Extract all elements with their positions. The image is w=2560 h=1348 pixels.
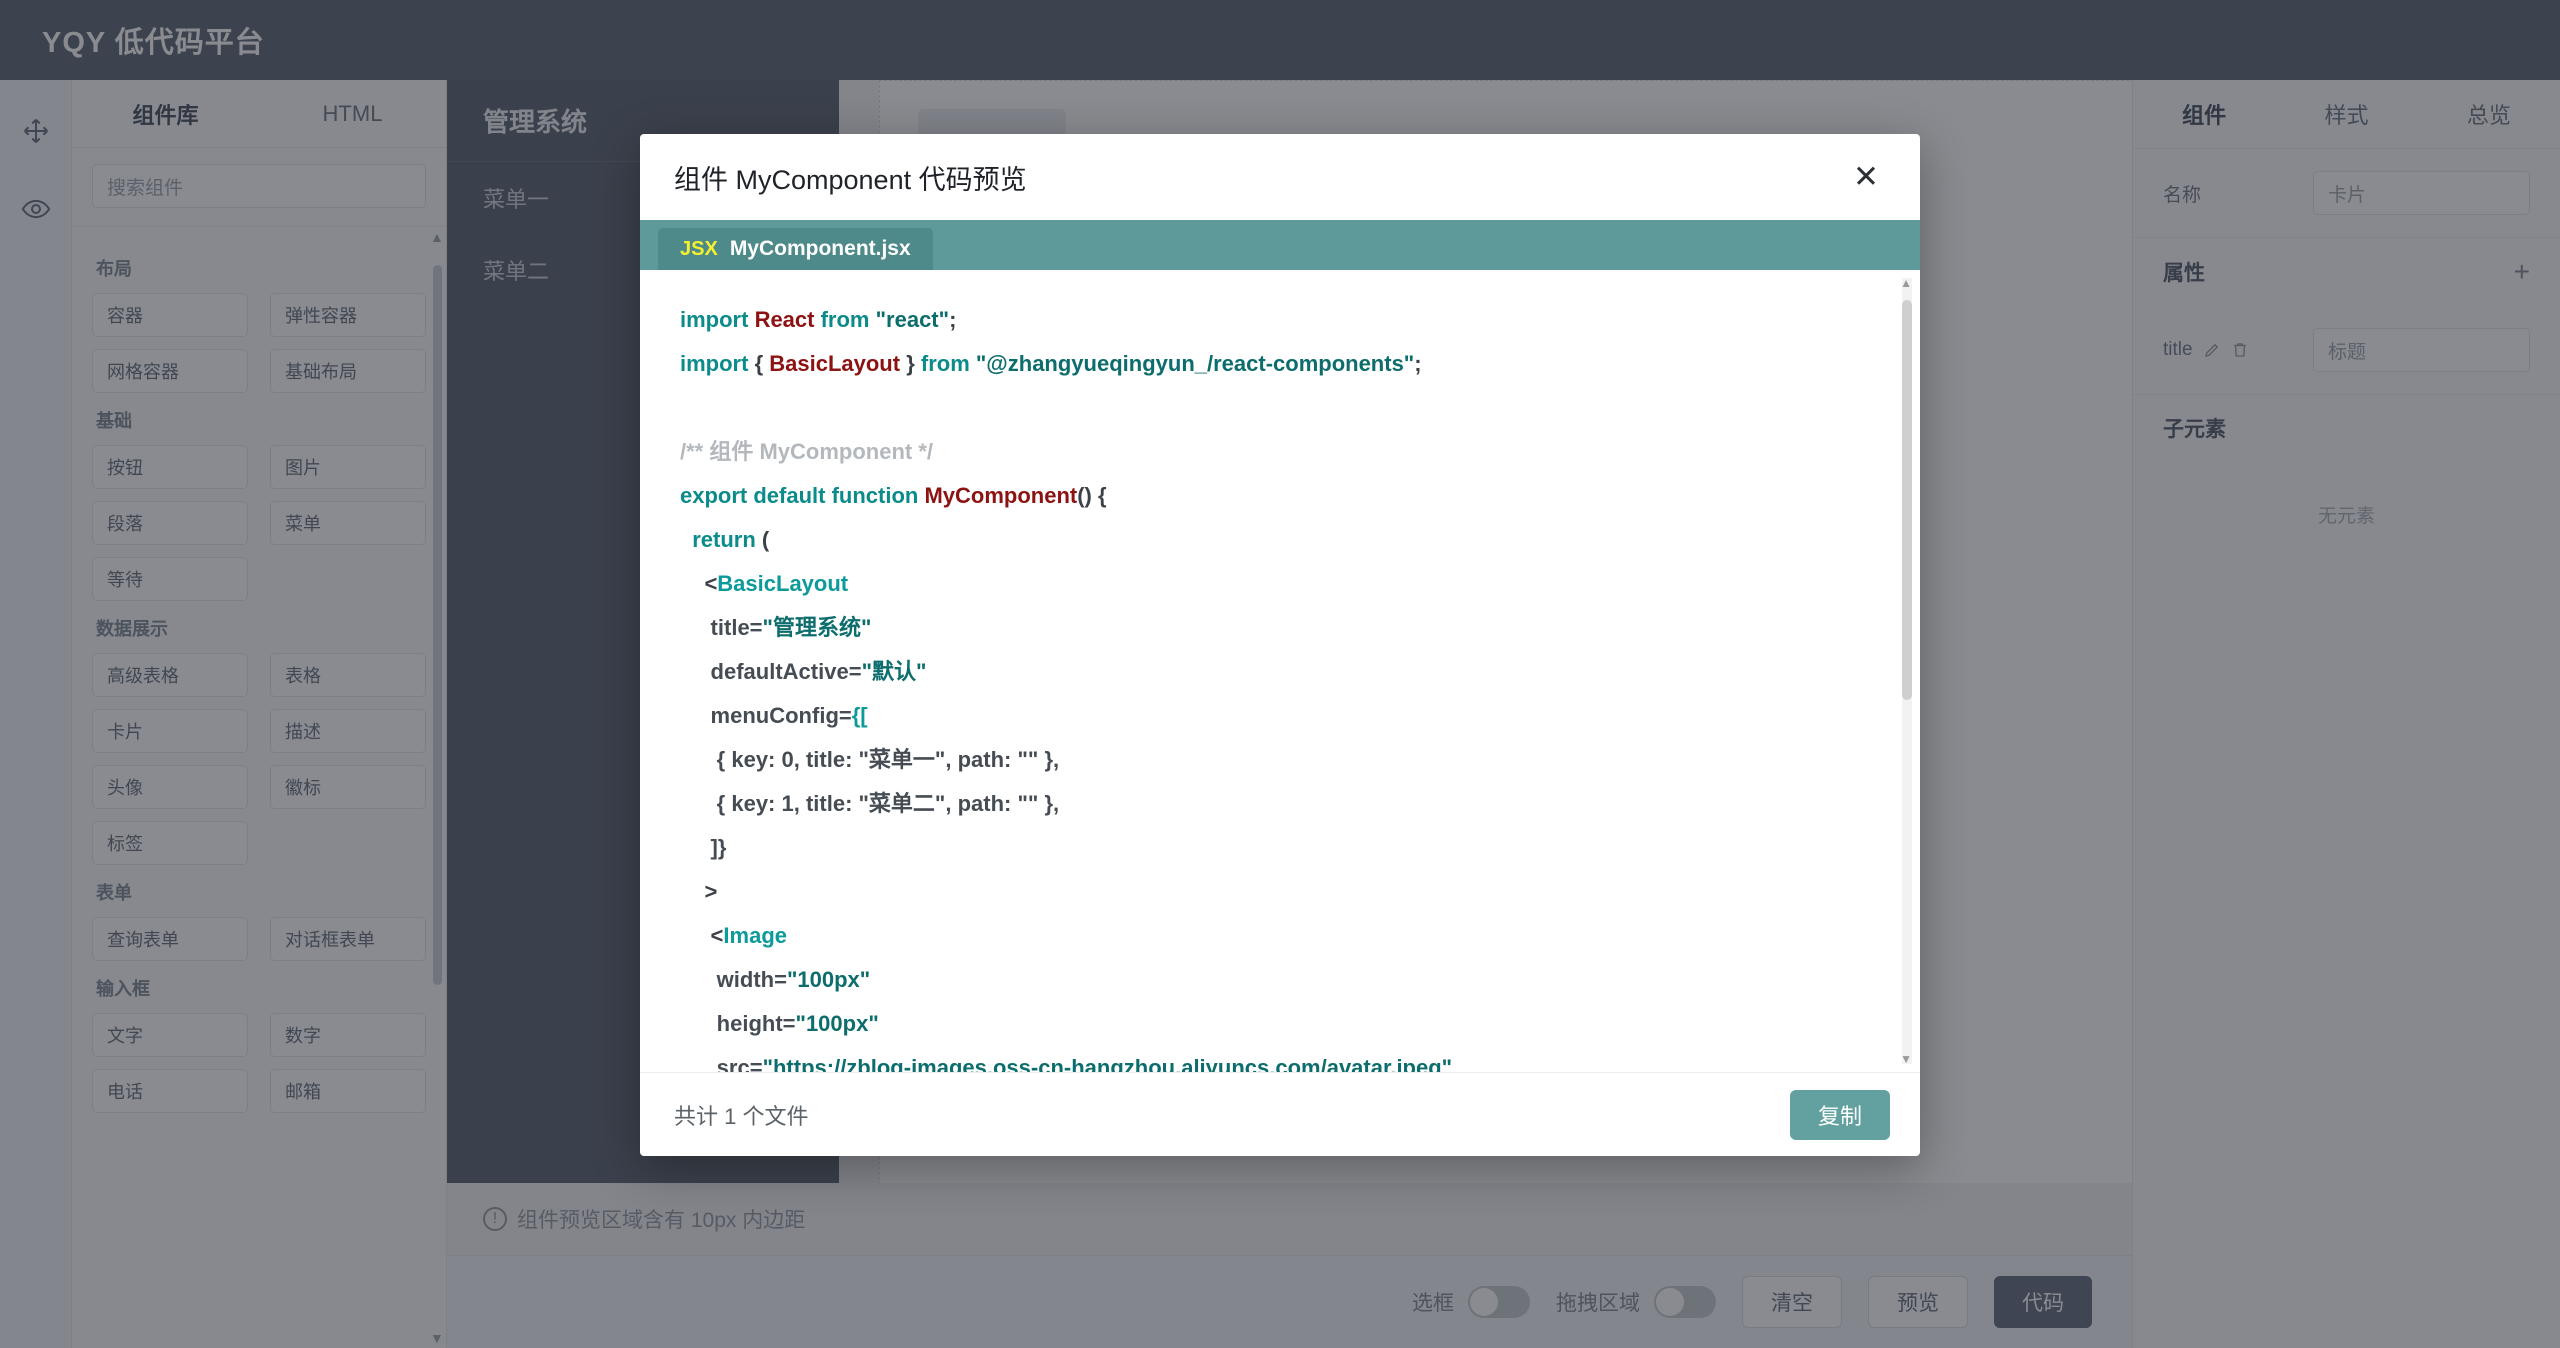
code-token: height=	[680, 1011, 796, 1036]
scroll-up-arrow-icon[interactable]: ▲	[1900, 277, 1912, 289]
code-token: import	[680, 307, 755, 332]
code-token: defaultActive=	[680, 659, 862, 684]
code-line: import React from "react";	[680, 298, 1880, 342]
code-token: return	[692, 527, 762, 552]
modal-header: 组件 MyComponent 代码预览 ✕	[640, 134, 1920, 220]
code-token: "react"	[875, 307, 950, 332]
code-line: title="管理系统"	[680, 606, 1880, 650]
code-line: /** 组件 MyComponent */	[680, 430, 1880, 474]
code-token: from	[920, 351, 976, 376]
code-token: "默认"	[861, 659, 927, 684]
code-preview-modal: 组件 MyComponent 代码预览 ✕ JSX MyComponent.js…	[640, 134, 1920, 1156]
code-token: ]}	[680, 835, 727, 860]
code-line: { key: 0, title: "菜单一", path: "" },	[680, 738, 1880, 782]
code-line: { key: 1, title: "菜单二", path: "" },	[680, 782, 1880, 826]
code-line: return (	[680, 518, 1880, 562]
code-token: width=	[680, 967, 787, 992]
code-token: "管理系统"	[762, 615, 872, 640]
code-line: ]}	[680, 826, 1880, 870]
copy-button[interactable]: 复制	[1789, 1089, 1890, 1140]
code-token: Image	[723, 923, 788, 948]
code-token: title=	[680, 615, 763, 640]
code-token: "100px"	[786, 967, 871, 992]
file-count-text: 共计 1 个文件	[674, 1103, 809, 1129]
code-token: React	[754, 307, 821, 332]
code-line: defaultActive="默认"	[680, 650, 1880, 694]
code-token: <	[680, 923, 724, 948]
code-line: menuConfig={[	[680, 694, 1880, 738]
code-token: default	[753, 483, 832, 508]
code-viewer[interactable]: import React from "react"; import { Basic…	[640, 270, 1920, 1072]
close-icon[interactable]: ✕	[1844, 155, 1888, 199]
scroll-down-arrow-icon[interactable]: ▼	[1900, 1053, 1912, 1065]
code-token: ;	[1414, 351, 1422, 376]
code-token: export	[680, 483, 754, 508]
code-token: "@zhangyueqingyun_/react-components"	[975, 351, 1415, 376]
code-token: }	[900, 351, 921, 376]
code-token: from	[820, 307, 876, 332]
code-token: {	[754, 351, 770, 376]
modal-footer: 共计 1 个文件 复制	[640, 1072, 1920, 1156]
code-token: {[	[851, 703, 868, 728]
code-token: BasicLayout	[717, 571, 849, 596]
code-token: import	[680, 351, 755, 376]
code-token: <	[680, 571, 718, 596]
code-scrollbar[interactable]: ▲ ▼	[1900, 277, 1912, 1065]
code-token: { key: 0, title: "菜单一", path: "" },	[680, 747, 1060, 772]
file-tab-name: MyComponent.jsx	[729, 237, 911, 260]
code-line: <Image	[680, 914, 1880, 958]
code-token: { key: 1, title: "菜单二", path: "" },	[680, 791, 1060, 816]
code-line: <BasicLayout	[680, 562, 1880, 606]
code-token: BasicLayout	[769, 351, 901, 376]
code-line: >	[680, 870, 1880, 914]
code-token: function	[831, 483, 925, 508]
code-token: ;	[949, 307, 957, 332]
code-token: >	[680, 879, 718, 904]
code-token: () {	[1077, 483, 1107, 508]
code-line: export default function MyComponent() {	[680, 474, 1880, 518]
code-token: menuConfig=	[680, 703, 852, 728]
code-token: /** 组件 MyComponent */	[680, 439, 934, 464]
code-line: height="100px"	[680, 1002, 1880, 1046]
file-tab-bar: JSX MyComponent.jsx	[640, 220, 1920, 270]
file-tab-mycomponent-jsx[interactable]: JSX MyComponent.jsx	[658, 228, 933, 270]
code-line: width="100px"	[680, 958, 1880, 1002]
modal-title: 组件 MyComponent 代码预览	[674, 164, 1027, 195]
code-token: "100px"	[795, 1011, 879, 1036]
scrollbar-thumb[interactable]	[1902, 300, 1912, 700]
code-line: src="https://zblog-images.oss-cn-hangzho…	[680, 1046, 1880, 1072]
code-token: src=	[680, 1055, 763, 1072]
screen-root: YQY 低代码平台 组件库	[0, 0, 2560, 1348]
code-token: (	[761, 527, 770, 552]
code-content: import React from "react"; import { Basic…	[640, 270, 1920, 1072]
code-token: "https://zblog-images.oss-cn-hangzhou.al…	[762, 1055, 1453, 1072]
jsx-badge: JSX	[680, 237, 718, 260]
code-token: MyComponent	[924, 483, 1078, 508]
code-line: import { BasicLayout } from "@zhangyueqi…	[680, 342, 1880, 386]
